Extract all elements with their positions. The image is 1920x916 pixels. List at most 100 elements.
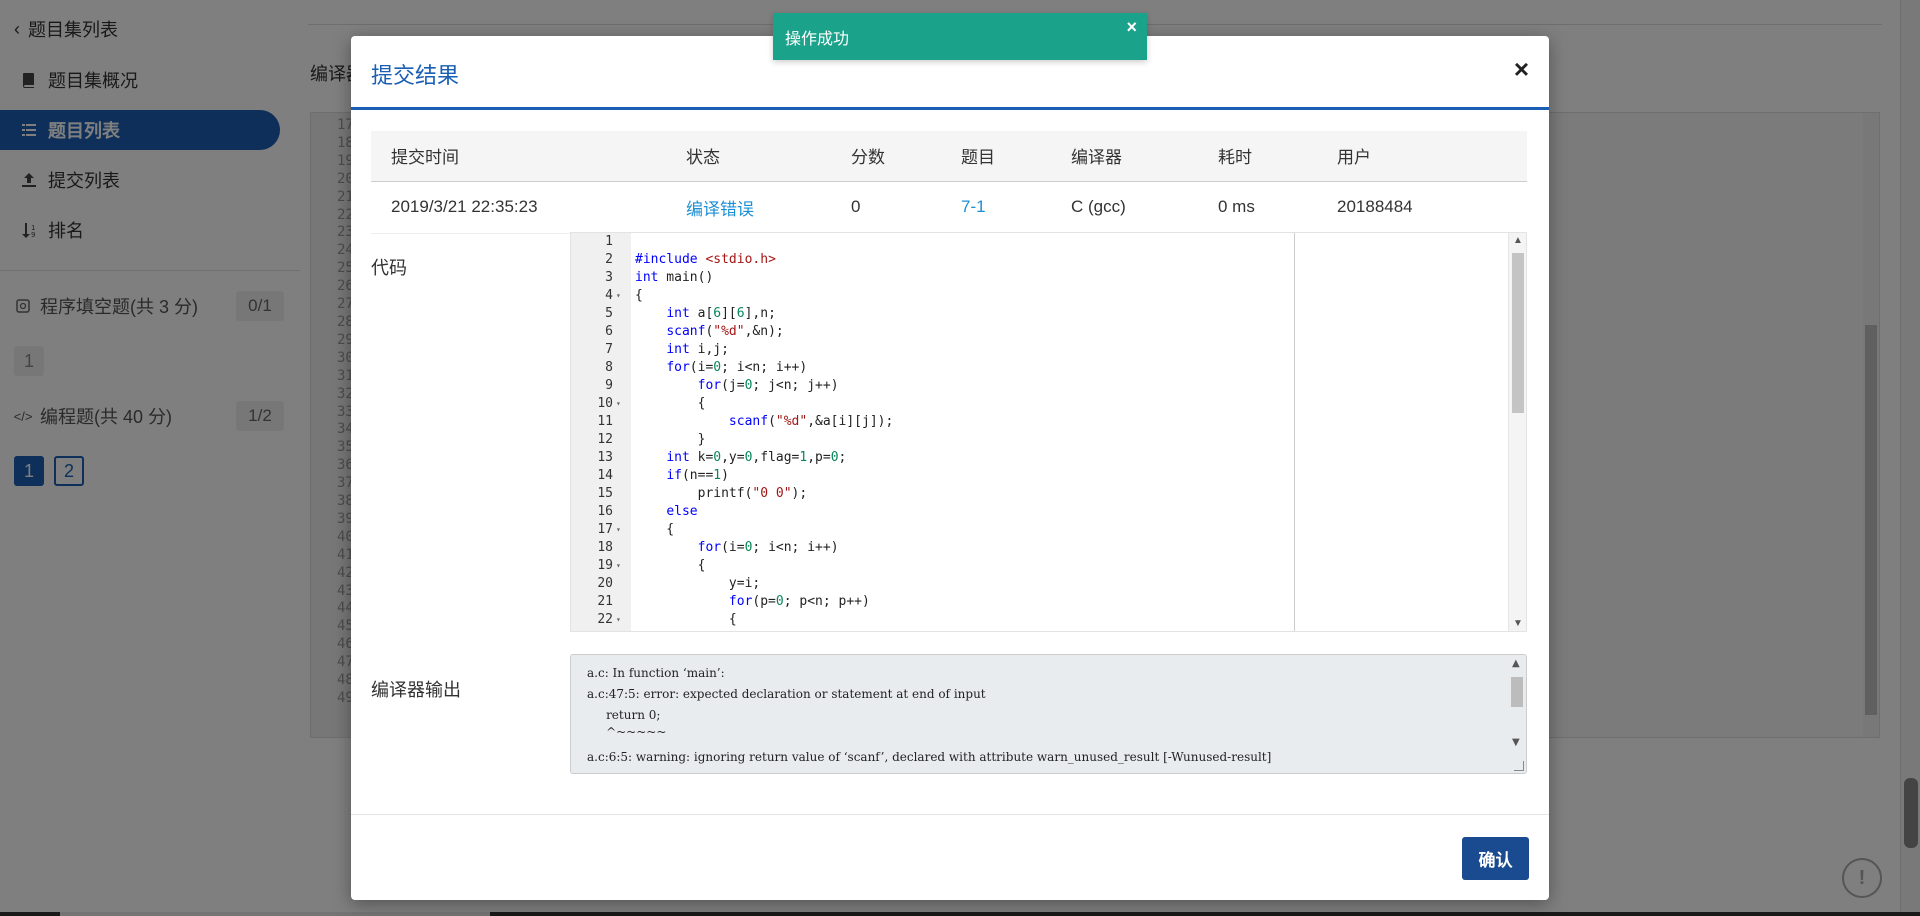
code-lines: 1 2 #include <stdio.h> 3 int main() 4 ▾{5 int … bbox=[571, 233, 1526, 629]
column-header: 用户 bbox=[1337, 131, 1527, 182]
code-line: 20 y=i; bbox=[571, 575, 1526, 593]
line-number: 13 bbox=[597, 450, 613, 465]
line-number: 2 bbox=[605, 252, 613, 267]
code-text: if(n==1) bbox=[666, 468, 729, 483]
code-text: for(p=0; p<n; p++) bbox=[728, 594, 870, 609]
code-text: int a[6][6],n; bbox=[666, 306, 776, 321]
fold-toggle-icon[interactable]: ▾ bbox=[616, 521, 621, 539]
column-header: 编译器 bbox=[1071, 131, 1218, 182]
code-line: 1 bbox=[571, 233, 1526, 251]
code-line: 7 int i,j; bbox=[571, 341, 1526, 359]
line-number: 15 bbox=[597, 486, 613, 501]
code-text: printf("0 0"); bbox=[635, 486, 808, 501]
code-text: { bbox=[635, 396, 706, 411]
code-text: for(i=0; i<n; i++) bbox=[697, 540, 839, 555]
column-header: 题目 bbox=[961, 131, 1071, 182]
success-toast: 操作成功 × bbox=[773, 13, 1147, 60]
scroll-down-icon[interactable]: ▼ bbox=[1513, 618, 1523, 629]
code-text: { bbox=[635, 612, 737, 627]
line-number: 9 bbox=[605, 378, 613, 393]
line-number: 21 bbox=[597, 594, 613, 609]
code-line: 15 printf("0 0"); bbox=[571, 485, 1526, 503]
column-header: 提交时间 bbox=[371, 131, 686, 182]
line-number: 18 bbox=[597, 540, 613, 555]
line-number: 4 bbox=[605, 288, 613, 303]
line-number: 19 bbox=[597, 558, 613, 573]
fold-toggle-icon[interactable]: ▾ bbox=[616, 611, 621, 629]
column-header: 耗时 bbox=[1218, 131, 1337, 182]
code-line: 9 for(j=0; j<n; j++) bbox=[571, 377, 1526, 395]
code-line: 22 ▾ { bbox=[571, 611, 1526, 629]
modal-footer-divider bbox=[351, 814, 1549, 815]
score: 0 bbox=[851, 181, 961, 234]
output-line: a.c:47:5: error: expected declaration or… bbox=[587, 687, 986, 701]
close-icon[interactable]: × bbox=[1514, 56, 1529, 82]
line-number: 1 bbox=[605, 234, 613, 249]
elapsed-time: 0 ms bbox=[1218, 181, 1337, 234]
code-text: int i,j; bbox=[666, 342, 729, 357]
code-line: 21 for(p=0; p<n; p++) bbox=[571, 593, 1526, 611]
submission-result-modal: 提交结果 × 提交时间 状态 分数 题目 编译器 耗时 用户 2019/3/21… bbox=[351, 36, 1549, 900]
fold-toggle-icon[interactable]: ▾ bbox=[616, 557, 621, 575]
code-text: scanf("%d",&a[i][j]); bbox=[728, 414, 894, 429]
code-text: for(i=0; i<n; i++) bbox=[666, 360, 808, 375]
code-line: 12 } bbox=[571, 431, 1526, 449]
column-header: 分数 bbox=[851, 131, 961, 182]
modal-title: 提交结果 bbox=[371, 63, 460, 88]
code-text: else bbox=[666, 504, 698, 519]
fold-toggle-icon[interactable]: ▾ bbox=[616, 287, 621, 305]
scrollbar-thumb[interactable] bbox=[1512, 253, 1524, 413]
close-icon[interactable]: × bbox=[1126, 17, 1137, 38]
result-table: 提交时间 状态 分数 题目 编译器 耗时 用户 2019/3/21 22:35:… bbox=[371, 131, 1527, 234]
code-line: 19 ▾ { bbox=[571, 557, 1526, 575]
code-line: 2 #include <stdio.h> bbox=[571, 251, 1526, 269]
column-header: 状态 bbox=[686, 131, 851, 182]
line-number: 5 bbox=[605, 306, 613, 321]
status-link[interactable]: 编译错误 bbox=[686, 181, 851, 234]
toast-message: 操作成功 bbox=[785, 30, 850, 48]
output-line: a.c: In function ‘main’: bbox=[587, 666, 725, 680]
code-line: 8 for(i=0; i<n; i++) bbox=[571, 359, 1526, 377]
resize-handle-icon[interactable] bbox=[1514, 761, 1524, 771]
line-number: 12 bbox=[597, 432, 613, 447]
line-number: 8 bbox=[605, 360, 613, 375]
code-text: for(j=0; j<n; j++) bbox=[697, 378, 839, 393]
code-scrollbar[interactable]: ▲ ▼ bbox=[1508, 233, 1526, 631]
code-label: 代码 bbox=[371, 258, 407, 278]
table-header-row: 提交时间 状态 分数 题目 编译器 耗时 用户 bbox=[371, 131, 1527, 182]
code-text: { bbox=[635, 522, 675, 537]
submit-time: 2019/3/21 22:35:23 bbox=[371, 181, 686, 234]
output-line: return 0; bbox=[587, 708, 661, 722]
confirm-button[interactable]: 确认 bbox=[1462, 837, 1529, 880]
output-scrollbar[interactable]: ▲ ▼ bbox=[1508, 655, 1526, 773]
user: 20188484 bbox=[1337, 181, 1527, 234]
output-line: ^~~~~~ bbox=[587, 725, 667, 739]
scrollbar-thumb[interactable] bbox=[1511, 677, 1523, 707]
code-line: 17 ▾ { bbox=[571, 521, 1526, 539]
code-text: #include <stdio.h> bbox=[635, 252, 776, 267]
code-line: 6 scanf("%d",&n); bbox=[571, 323, 1526, 341]
code-text: scanf("%d",&n); bbox=[666, 324, 784, 339]
scroll-down-icon[interactable]: ▼ bbox=[1512, 737, 1520, 748]
fold-toggle-icon[interactable]: ▾ bbox=[616, 395, 621, 413]
line-number: 20 bbox=[597, 576, 613, 591]
code-line: 14 if(n==1) bbox=[571, 467, 1526, 485]
code-viewer[interactable]: 1 2 #include <stdio.h> 3 int main() 4 ▾{5 int … bbox=[570, 232, 1527, 632]
line-number: 6 bbox=[605, 324, 613, 339]
code-text: } bbox=[635, 432, 706, 447]
compiler-output-label: 编译器输出 bbox=[371, 680, 461, 700]
code-text: int k=0,y=0,flag=1,p=0; bbox=[666, 450, 847, 465]
code-text: int main() bbox=[635, 270, 714, 285]
problem-link[interactable]: 7-1 bbox=[961, 181, 1071, 234]
compiler: C (gcc) bbox=[1071, 181, 1218, 234]
code-line: 3 int main() bbox=[571, 269, 1526, 287]
code-line: 5 int a[6][6],n; bbox=[571, 305, 1526, 323]
scroll-up-icon[interactable]: ▲ bbox=[1512, 658, 1520, 669]
line-number: 3 bbox=[605, 270, 613, 285]
code-text: { bbox=[635, 558, 706, 573]
line-number: 22 bbox=[597, 612, 613, 627]
scroll-up-icon[interactable]: ▲ bbox=[1513, 235, 1523, 246]
code-text: { bbox=[635, 288, 643, 303]
code-line: 16 else bbox=[571, 503, 1526, 521]
compiler-output-textarea[interactable]: a.c: In function ‘main’: a.c:47:5: error… bbox=[570, 654, 1527, 774]
